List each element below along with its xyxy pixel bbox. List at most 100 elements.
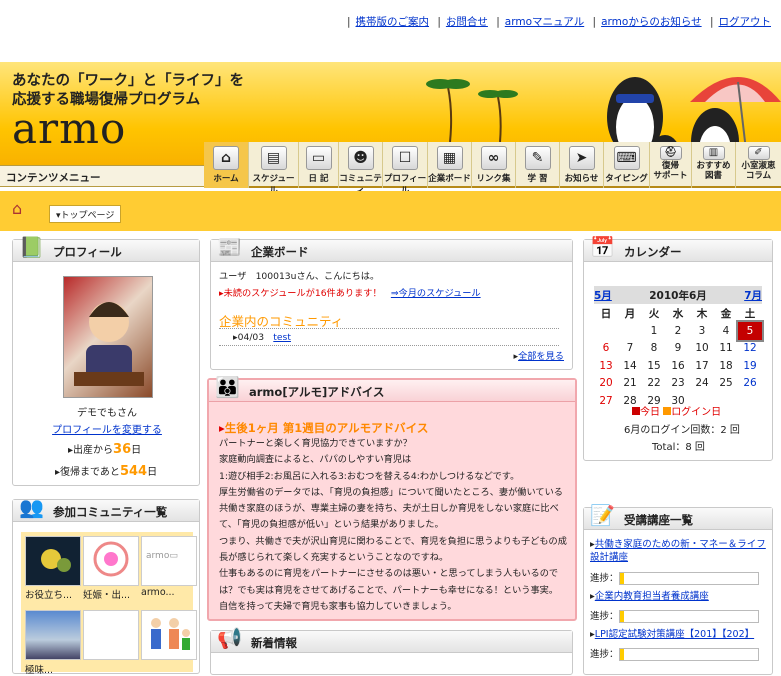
link-contact[interactable]: お問合せ (446, 16, 488, 28)
community-name-1[interactable]: お役立ち... (25, 587, 81, 601)
support-icon: ⛑ (659, 146, 682, 160)
nav-typing[interactable]: ⌨ タイピング (604, 142, 650, 188)
calendar-day: 3 (698, 324, 706, 337)
armo-logo[interactable]: armo (12, 104, 126, 153)
course-progress: 進捗： (590, 570, 759, 585)
post-date: 04/03 (237, 332, 265, 343)
calendar-title: カレンダー (624, 245, 682, 259)
community-thumb-5[interactable] (83, 610, 139, 660)
nav-links[interactable]: ∞ リンク集 (472, 142, 516, 188)
since-unit: 日 (131, 445, 142, 456)
nav-column[interactable]: ✐ 小室淑恵 コラム (736, 142, 781, 188)
nav-community[interactable]: ☻コミュニティ (339, 142, 383, 196)
calendar-day: 13 (599, 359, 613, 372)
nav-diary[interactable]: ▭ 日 記 (299, 142, 339, 188)
advice-line: は？でも実は育児をさせてあげることで、パートナーも幸せになる！という事実。 (219, 584, 559, 596)
calendar-day (738, 392, 762, 410)
profile-header: 📗 プロフィール (13, 235, 199, 262)
link-logout[interactable]: ログアウト (719, 16, 772, 28)
view-all-link[interactable]: 全部を見る (518, 351, 564, 362)
community-title: 参加コミュニティ一覧 (53, 505, 168, 519)
post-link[interactable]: test (273, 332, 291, 343)
progress-fill (619, 611, 624, 622)
community-thumb-3[interactable]: armo▭ (141, 536, 197, 586)
calendar-day (594, 322, 618, 340)
community-post: ▸04/03 test (233, 332, 291, 343)
calendar-day: 12 (743, 342, 757, 355)
since-label: 出産から (73, 445, 114, 456)
advice-line: 長が感じられて楽しく充実するということなのですね。 (219, 552, 449, 564)
calendar-day: 27 (599, 394, 613, 407)
nav-home[interactable]: ⌂ ホーム (204, 142, 249, 188)
advice-heading-text: 生後1ヶ月 第1週目のアルモアドバイス (224, 421, 429, 435)
nav-study[interactable]: ✎ 学 習 (516, 142, 560, 188)
community-thumb-1[interactable] (25, 536, 81, 586)
advice-body: パートナーと楽しく育児協力できていますか？ 家庭動向調査によると、パパのしやすい… (219, 436, 571, 615)
advice-line: つまり、共働きで夫が沢山育児に関わることで、育児を負担に思うよりも子どもの成 (219, 535, 567, 547)
nav-board[interactable]: ▦ 企業ボード (428, 142, 472, 188)
calendar-day: 15 (647, 359, 661, 372)
calendar-day: 4 (722, 324, 730, 337)
advice-line: 自信を持って夫婦で育児も家事も協力していきましょう。 (219, 600, 457, 612)
community-name-3[interactable]: armo... (141, 587, 197, 598)
prev-month-link[interactable]: 5月 (594, 290, 612, 302)
advice-line: パートナーと楽しく育児協力できていますか？ (219, 438, 412, 449)
month-schedule-link[interactable]: ⇒今月のスケジュール (391, 288, 481, 299)
link-manual[interactable]: armoマニュアル (505, 16, 584, 28)
calendar-day: 14 (623, 359, 637, 372)
breadcrumb-current: トップページ (60, 211, 115, 221)
edit-profile-link[interactable]: プロフィールを変更する (13, 421, 201, 436)
calendar-body: 1 2 3 4 5 6 7 8 9 10 11 12 13 14 15 16 17 18 19 20 21 22 23 24 2… (594, 320, 764, 410)
profile-icon: 📗 (19, 235, 44, 259)
nav-support[interactable]: ⛑ 復帰 サポート (650, 142, 692, 188)
advice-line: 仕事もあるのに育児をパートナーにさせるのは悪い・と思ってしまう人もいるので (219, 568, 559, 580)
nav-profile[interactable]: ☐プロフィール (383, 142, 428, 196)
course-link[interactable]: 共働き家庭のための新・マネー＆ライフ設計講座 (590, 539, 766, 563)
community-name-4[interactable]: 極味... (25, 662, 53, 676)
weekday: 月 (624, 307, 636, 320)
profile-panel: 📗 プロフィール デモでもさん プロフィールを変更する ▸出産から36日 ▸復帰ま… (12, 235, 201, 486)
calendar-header: 📅 カレンダー (584, 235, 772, 262)
nav-label: ホーム (213, 174, 239, 184)
house-icon: ⌂ (213, 146, 239, 170)
house-icon: ⌂ (12, 199, 23, 218)
community-thumb-6[interactable] (141, 610, 197, 660)
calendar-day: 11 (719, 342, 733, 355)
top-links: | 携帯版のご案内 | お問合せ | armoマニュアル | armoからのお知らせ |… (346, 16, 772, 28)
baby-photo (74, 302, 144, 386)
nav-schedule[interactable]: ▤スケジュール (249, 142, 299, 196)
nav-label: リンク集 (476, 174, 511, 184)
since-number: 36 (113, 442, 132, 457)
main-nav: ⌂ ホーム ▤スケジュール ▭ 日 記 ☻コミュニティ ☐プロフィール ▦ 企業ボード… (204, 142, 781, 196)
calendar-day: 7 (626, 342, 634, 355)
link-mobile[interactable]: 携帯版のご案内 (356, 16, 430, 28)
link-news[interactable]: armoからのお知らせ (601, 16, 702, 28)
advice-icon: 👪 (215, 375, 240, 399)
legend-login: ログイン日 (671, 407, 722, 418)
nav-label-1: 小室淑恵 (741, 161, 776, 171)
login-count: 6月のログイン回数：2 回 (624, 425, 740, 436)
community-name-2[interactable]: 妊娠・出... (83, 587, 139, 601)
nav-label-2: サポート (653, 171, 688, 181)
nav-label-1: おすすめ (696, 161, 731, 171)
calendar-day: 16 (671, 359, 685, 372)
weekday: 金 (720, 307, 732, 320)
board-icon: ▦ (436, 146, 463, 170)
community-thumb-2[interactable] (83, 536, 139, 586)
login-total: Total：8 回 (652, 442, 705, 453)
nav-books[interactable]: ▥ おすすめ 図書 (692, 142, 736, 188)
weekday: 土 (744, 307, 756, 320)
advice-heading: ▸生後1ヶ月 第1週目のアルモアドバイス (219, 420, 428, 436)
nav-notice[interactable]: ➤ お知らせ (560, 142, 604, 188)
next-month-link[interactable]: 7月 (744, 290, 762, 302)
course-link[interactable]: 企業内教育担当者養成講座 (595, 591, 709, 602)
content-menu-label: コンテンツメニュー (0, 165, 204, 187)
course-link[interactable]: LPI認定試験対策講座【201】【202】 (595, 629, 754, 640)
calendar-day: 21 (623, 377, 637, 390)
notebook-icon: 📝 (590, 503, 615, 527)
community-thumb-4[interactable] (25, 610, 81, 660)
calendar-day (618, 322, 642, 340)
nav-label-2: 図書 (704, 171, 722, 181)
calendar-day: 19 (743, 359, 757, 372)
weekday: 日 (600, 307, 612, 320)
